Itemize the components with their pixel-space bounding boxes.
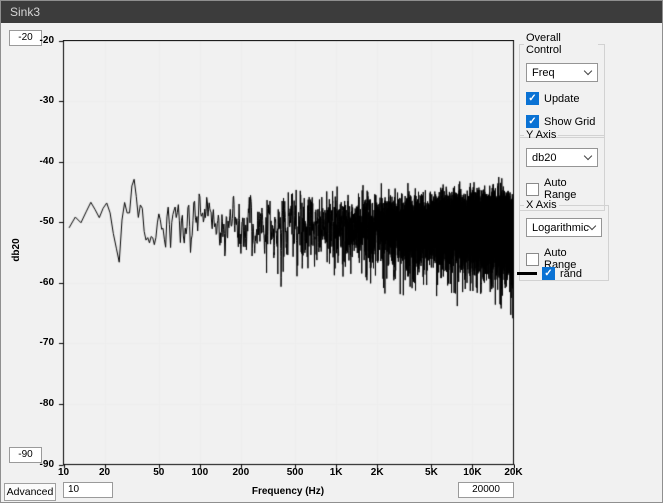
check-icon: ✓ [544, 269, 552, 279]
update-checkbox[interactable]: ✓ [526, 92, 539, 105]
x-axis-title: Frequency (Hz) [63, 486, 513, 497]
show-grid-row: ✓ Show Grid [526, 115, 598, 128]
sink-window: Sink3 -20 -90 db20 Frequency (Hz) 10 200… [0, 0, 663, 503]
y-tick-label: -20 [25, 35, 54, 46]
update-label: Update [544, 93, 579, 105]
y-tick-label: -50 [25, 216, 54, 227]
y-tick-label: -80 [25, 398, 54, 409]
y-auto-range-row: ✓ Auto Range [526, 177, 598, 201]
y-axis-dropdown[interactable]: db20 [526, 148, 598, 167]
series-line-swatch [517, 272, 537, 275]
x-tick-label: 10 [44, 467, 84, 478]
legend: ✓ rand [517, 267, 582, 280]
x-axis-group-title: X Axis [524, 199, 559, 211]
show-grid-label: Show Grid [544, 116, 595, 128]
y-auto-range-label: Auto Range [544, 177, 598, 201]
y-tick-label: -40 [25, 156, 54, 167]
overall-control-group-title: Overall Control [524, 32, 598, 56]
x-axis-dropdown-value: Logarithmic [532, 222, 589, 234]
y-axis-dropdown-value: db20 [532, 152, 556, 164]
x-auto-range-checkbox[interactable]: ✓ [526, 253, 539, 266]
x-max-input[interactable]: 20000 [458, 482, 514, 498]
x-tick-label: 2K [357, 467, 397, 478]
x-tick-label: 100 [180, 467, 220, 478]
x-tick-label: 10K [452, 467, 492, 478]
y-axis-group-title: Y Axis [524, 129, 558, 141]
spectrum-plot[interactable] [57, 40, 515, 470]
x-tick-label: 20 [85, 467, 125, 478]
overall-control-group: Overall Control Freq ✓ Update ✓ Show Gri… [519, 32, 605, 138]
x-axis-dropdown[interactable]: Logarithmic [526, 218, 602, 237]
x-tick-label: 200 [221, 467, 261, 478]
x-tick-label: 500 [275, 467, 315, 478]
check-icon: ✓ [528, 117, 536, 127]
rand-series-checkbox[interactable]: ✓ [542, 267, 555, 280]
chevron-down-icon [584, 67, 592, 75]
overall-control-dropdown-value: Freq [532, 67, 555, 79]
y-tick-label: -30 [25, 95, 54, 106]
update-row: ✓ Update [526, 92, 598, 105]
y-tick-label: -60 [25, 277, 54, 288]
x-tick-label: 1K [316, 467, 356, 478]
series-label: rand [560, 268, 582, 280]
y-tick-label: -70 [25, 337, 54, 348]
show-grid-checkbox[interactable]: ✓ [526, 115, 539, 128]
x-tick-label: 50 [139, 467, 179, 478]
check-icon: ✓ [528, 94, 536, 104]
x-min-input[interactable]: 10 [63, 482, 113, 498]
y-auto-range-checkbox[interactable]: ✓ [526, 183, 539, 196]
x-tick-label: 5K [411, 467, 451, 478]
x-tick-label: 20K [494, 467, 534, 478]
window-title: Sink3 [10, 5, 40, 19]
advanced-button[interactable]: Advanced [4, 483, 56, 501]
chevron-down-icon [584, 152, 592, 160]
titlebar[interactable]: Sink3 [1, 1, 662, 23]
overall-control-dropdown[interactable]: Freq [526, 63, 598, 82]
y-axis-title: db20 [11, 230, 23, 270]
